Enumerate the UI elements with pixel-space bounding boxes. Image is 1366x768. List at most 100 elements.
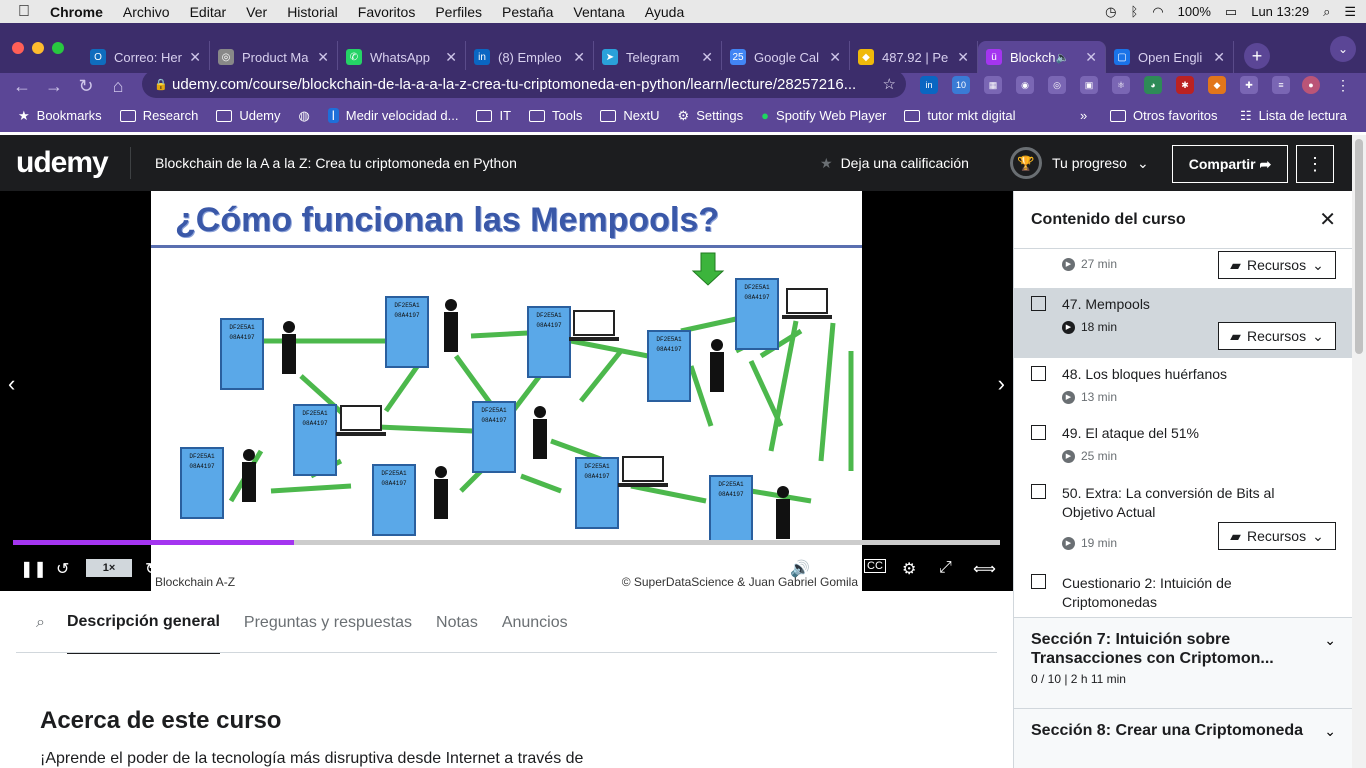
progress-button[interactable]: 🏆 Tu progreso ⌄ xyxy=(1010,147,1149,179)
close-tab-icon[interactable]: ✕ xyxy=(317,49,329,66)
add-note-icon[interactable]: ✎ xyxy=(265,559,278,579)
bookmark-tools[interactable]: Tools xyxy=(529,108,582,123)
bookmark-globe[interactable]: ◍ xyxy=(299,108,310,124)
section-7[interactable]: Sección 7: Intuición sobre Transacciones… xyxy=(1014,617,1352,708)
chrome-menu-icon[interactable]: ⋮ xyxy=(1334,76,1352,94)
tab-notas[interactable]: Notas xyxy=(436,592,478,654)
menu-archivo[interactable]: Archivo xyxy=(123,4,170,20)
puzzle-extension-icon[interactable]: ✚ xyxy=(1240,76,1258,94)
browser-tab[interactable]: ➤ Telegram ✕ xyxy=(594,41,722,73)
wifi-icon[interactable]: ◠ xyxy=(1152,4,1163,20)
volume-icon[interactable]: 🔊 xyxy=(790,559,810,579)
audio-playing-icon[interactable]: 🔈 xyxy=(1056,51,1070,64)
control-center-icon[interactable]: ☰ xyxy=(1344,4,1356,20)
settings-gear-icon[interactable]: ⚙ xyxy=(902,559,916,579)
lecture-checkbox[interactable] xyxy=(1031,296,1046,311)
bookmark-udemy[interactable]: Udemy xyxy=(216,108,281,123)
app-menu-chrome[interactable]: Chrome xyxy=(50,4,103,20)
clock[interactable]: Lun 13:29 xyxy=(1251,4,1309,19)
tab-anuncios[interactable]: Anuncios xyxy=(502,592,568,654)
back-icon[interactable]: ← xyxy=(6,76,38,97)
close-tab-icon[interactable]: ✕ xyxy=(701,49,713,66)
browser-tab[interactable]: ▢ Open Engli ✕ xyxy=(1106,41,1234,73)
browser-tab[interactable]: ✆ WhatsApp ✕ xyxy=(338,41,466,73)
frog-extension-icon[interactable]: ◕ xyxy=(1144,76,1162,94)
forward-icon[interactable]: → xyxy=(38,76,70,97)
lecture-checkbox[interactable] xyxy=(1031,484,1046,499)
bookmark-tutor[interactable]: tutor mkt digital xyxy=(904,108,1016,123)
forward-icon[interactable]: ↻ xyxy=(145,559,158,579)
bluetooth-icon[interactable]: ᛒ xyxy=(1131,4,1139,19)
browser-tab[interactable]: ◆ 487.92 | Pe ✕ xyxy=(850,41,978,73)
tab-preguntas[interactable]: Preguntas y respuestas xyxy=(244,592,412,654)
menu-perfiles[interactable]: Perfiles xyxy=(435,4,482,20)
browser-tab[interactable]: 25 Google Cal ✕ xyxy=(722,41,850,73)
close-tab-icon[interactable]: ✕ xyxy=(1213,49,1225,66)
grid-extension-icon[interactable]: ▦ xyxy=(984,76,1002,94)
reading-list-button[interactable]: ☷ Lista de lectura xyxy=(1240,108,1347,124)
lecture-item[interactable]: ▶ 27 min ▰ Recursos ⌄ xyxy=(1014,249,1352,288)
browser-tab[interactable]: in (8) Empleo ✕ xyxy=(466,41,594,73)
fullscreen-icon[interactable]: ⤢ xyxy=(939,559,952,577)
lecture-checkbox[interactable] xyxy=(1031,366,1046,381)
lecture-item-current[interactable]: 47. Mempools ▶ 18 min ▰ Recursos ⌄ xyxy=(1014,288,1352,358)
quiz-item[interactable]: Cuestionario 2: Intuición de Criptomoned… xyxy=(1014,566,1352,617)
udemy-logo[interactable]: udemy xyxy=(16,146,114,180)
section-8[interactable]: Sección 8: Crear una Criptomoneda ⌄ xyxy=(1014,708,1352,768)
reading-list-icon[interactable]: ≡ xyxy=(1272,76,1290,94)
transcript-icon[interactable]: ▤ xyxy=(830,559,845,579)
close-icon[interactable]: ✕ xyxy=(1319,207,1336,232)
search-icon[interactable]: ⌕ xyxy=(1323,4,1330,20)
share-button[interactable]: Compartir ➦ xyxy=(1172,145,1288,183)
bookmark-bookmarks[interactable]: ★ Bookmarks xyxy=(18,108,102,124)
bookmark-research[interactable]: Research xyxy=(119,108,198,123)
course-title[interactable]: Blockchain de la A a la Z: Crea tu cript… xyxy=(130,147,517,179)
lecture-item[interactable]: 50. Extra: La conversión de Bits al Obje… xyxy=(1014,476,1352,566)
close-tab-icon[interactable]: ✕ xyxy=(1085,49,1097,66)
pause-icon[interactable]: ❚❚ xyxy=(20,559,47,579)
close-tab-icon[interactable]: ✕ xyxy=(445,49,457,66)
close-tab-icon[interactable]: ✕ xyxy=(189,49,201,66)
profile-avatar[interactable]: ● xyxy=(1302,76,1320,94)
bug-extension-icon[interactable]: ✱ xyxy=(1176,76,1194,94)
react-extension-icon[interactable]: ⚛ xyxy=(1112,76,1130,94)
menu-ventana[interactable]: Ventana xyxy=(573,4,624,20)
extension-icon[interactable]: ▣ xyxy=(1080,76,1098,94)
bookmark-it[interactable]: IT xyxy=(476,108,511,123)
extension-icon[interactable]: ◉ xyxy=(1016,76,1034,94)
browser-tab[interactable]: O Correo: Her ✕ xyxy=(82,41,210,73)
browser-tab[interactable]: ü Blockch 🔈 ✕ xyxy=(978,41,1106,73)
expand-width-icon[interactable]: ⟺ xyxy=(973,559,996,579)
menu-favoritos[interactable]: Favoritos xyxy=(358,4,416,20)
apple-icon[interactable]:  xyxy=(18,3,30,21)
page-scrollbar[interactable] xyxy=(1352,135,1366,768)
bookmark-otros-favoritos[interactable]: Otros favoritos xyxy=(1110,108,1218,123)
previous-lecture-icon[interactable]: ‹ xyxy=(8,371,15,397)
resources-dropdown[interactable]: ▰ Recursos ⌄ xyxy=(1218,251,1336,279)
close-tab-icon[interactable]: ✕ xyxy=(829,49,841,66)
bookmark-spotify[interactable]: ● Spotify Web Player xyxy=(761,108,886,123)
new-tab-button[interactable]: + xyxy=(1244,43,1270,69)
home-icon[interactable]: ⌂ xyxy=(102,76,134,97)
metamask-extension-icon[interactable]: ◆ xyxy=(1208,76,1226,94)
bookmark-settings[interactable]: ⚙ Settings xyxy=(678,108,744,124)
bookmark-nextu[interactable]: NextU xyxy=(600,108,660,123)
browser-tab[interactable]: ◎ Product Ma ✕ xyxy=(210,41,338,73)
close-window-button[interactable] xyxy=(12,42,24,54)
tab-search-button[interactable]: ⌄ xyxy=(1330,36,1356,62)
zoom-window-button[interactable] xyxy=(52,42,64,54)
video-seek-bar[interactable] xyxy=(13,540,1000,545)
lecture-item[interactable]: 48. Los bloques huérfanos ▶ 13 min xyxy=(1014,358,1352,417)
address-bar[interactable]: 🔒 udemy.com/course/blockchain-de-la-a-a-… xyxy=(142,70,906,98)
quiz-checkbox[interactable] xyxy=(1031,574,1046,589)
search-icon[interactable]: ⌕ xyxy=(36,592,45,654)
rate-course-button[interactable]: ★ Deja una calificación xyxy=(820,155,969,172)
video-player[interactable]: ¿Cómo funcionan las Mempools? DF2E5A1 08A… xyxy=(0,191,1013,591)
bookmarks-overflow-icon[interactable]: » xyxy=(1080,108,1087,123)
lecture-item[interactable]: 49. El ataque del 51% ▶ 25 min xyxy=(1014,417,1352,476)
reload-icon[interactable]: ↻ xyxy=(70,76,102,97)
menu-ver[interactable]: Ver xyxy=(246,4,267,20)
bookmark-star-icon[interactable]: ☆ xyxy=(883,75,896,93)
lecture-checkbox[interactable] xyxy=(1031,425,1046,440)
menu-pestana[interactable]: Pestaña xyxy=(502,4,553,20)
